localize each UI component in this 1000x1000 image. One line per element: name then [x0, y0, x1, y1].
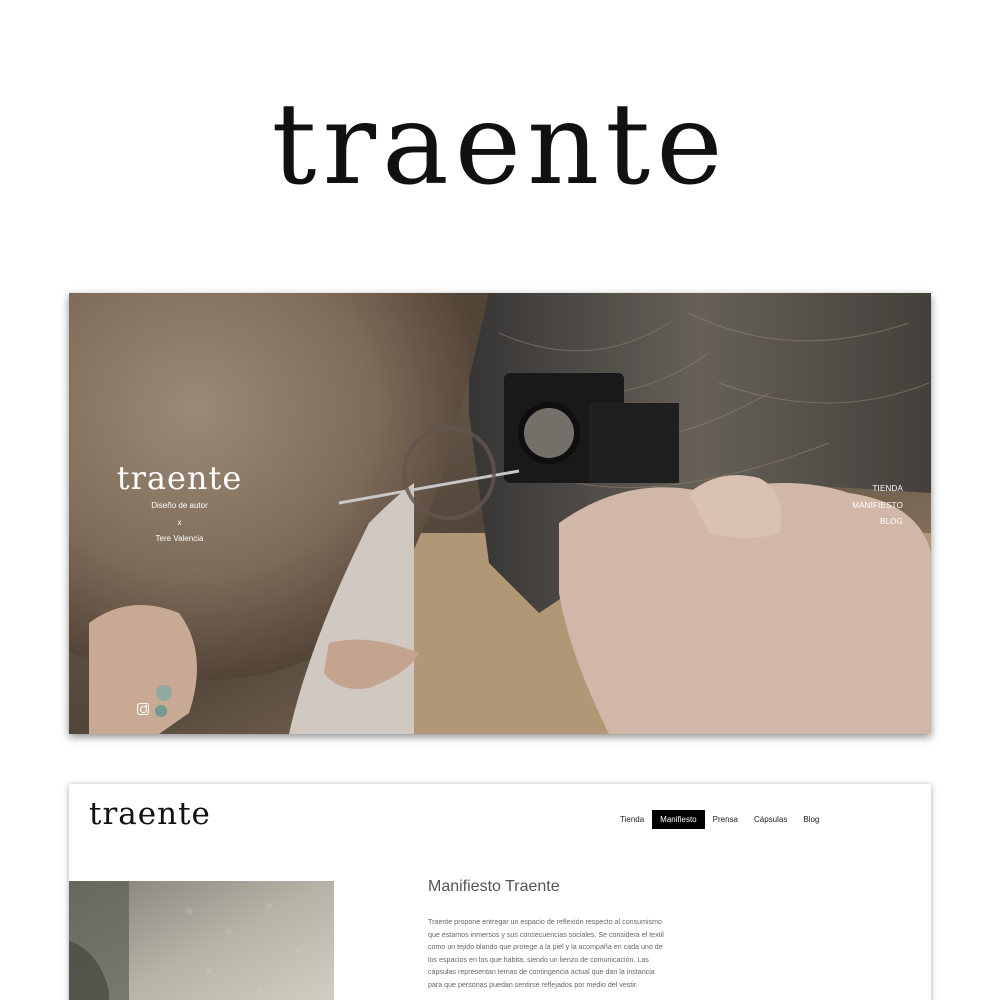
hero-author: Tere Valencia — [155, 534, 204, 543]
manifesto-photo — [69, 881, 334, 1000]
hero-tagline: Diseño de autor — [151, 501, 208, 510]
nav-item-blog[interactable]: Blog — [795, 810, 827, 829]
hero-nav-blog[interactable]: BLOG — [852, 514, 903, 531]
nav-item-tienda[interactable]: Tienda — [612, 810, 652, 829]
hero-screenshot: traente Diseño de autor x Tere Valencia … — [69, 293, 931, 734]
manifesto-body: Traente propone entregar un espacio de r… — [428, 918, 664, 989]
manifesto-logo[interactable]: traente — [89, 792, 211, 836]
nav-item-prensa[interactable]: Prensa — [705, 810, 746, 829]
manifesto-nav: Tienda Manifiesto Prensa Cápsulas Blog — [612, 810, 827, 829]
hero-nav-tienda[interactable]: TIENDA — [852, 481, 903, 498]
hero-nav: TIENDA MANIFIESTO BLOG — [852, 481, 903, 531]
page-title: Manifiesto Traente — [428, 878, 560, 895]
brand-wordmark: traente — [271, 80, 729, 210]
hero-brand-block: traente Diseño de autor x Tere Valencia — [97, 458, 262, 548]
hero-logo[interactable]: traente — [97, 458, 262, 498]
hero-nav-manifiesto[interactable]: MANIFIESTO — [852, 498, 903, 515]
manifesto-screenshot: traente Tienda Manifiesto Prensa Cápsula… — [69, 784, 931, 1000]
nav-item-capsulas[interactable]: Cápsulas — [746, 810, 795, 829]
instagram-icon[interactable] — [137, 703, 149, 715]
nav-item-manifiesto[interactable]: Manifiesto — [652, 810, 705, 829]
hero-tagline-separator: x — [177, 517, 182, 527]
